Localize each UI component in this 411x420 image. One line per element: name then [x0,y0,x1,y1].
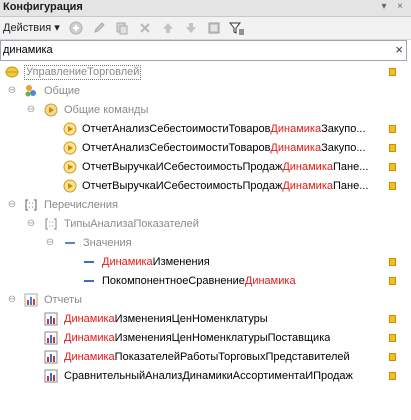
collapse-icon[interactable]: ⊖ [26,219,36,229]
tree-node-label: ОтчетВыручкаИСебестоимостьПродажДинамика… [82,180,369,192]
support-mark-icon [389,144,396,152]
tree-node-label: Отчеты [44,294,83,306]
support-mark-icon [389,372,396,380]
tree-node-label: Перечисления [44,199,118,211]
tree-node-label: ТипыАнализаПоказателей [64,218,199,230]
support-mark-icon [389,315,396,323]
window-title-bar: Конфигурация ▾ × [0,0,411,17]
tree-node-value[interactable]: ПокомпонентноеСравнениеДинамика [0,272,411,291]
add-icon[interactable] [68,20,84,36]
delete-icon[interactable] [137,20,153,36]
enum-icon [24,198,38,212]
tree-node-common[interactable]: ⊖ Общие [0,82,411,101]
collapse-icon[interactable]: ⊖ [7,86,17,96]
tree-node-label: ПокомпонентноеСравнениеДинамика [102,275,296,287]
values-icon [63,236,77,250]
tree-node-reports[interactable]: ⊖ Отчеты [0,291,411,310]
move-up-icon[interactable] [160,20,176,36]
chevron-down-icon: ▾ [54,22,60,34]
support-mark-icon [389,258,396,266]
support-mark-icon [389,277,396,285]
tree-node-command[interactable]: ОтчетАнализСебестоимостиТоваровДинамикаЗ… [0,139,411,158]
toolbar: Действия ▾ [0,17,411,40]
configuration-tree: УправлениеТорговлей ⊖ Общие ⊖ Общие кома… [0,61,411,420]
tree-node-label: ОтчетАнализСебестоимостиТоваровДинамикаЗ… [82,123,366,135]
tree-node-label: Значения [83,237,132,249]
tree-node-label: ОтчетАнализСебестоимостиТоваровДинамикаЗ… [82,142,366,154]
tree-node-label: СравнительныйАнализДинамикиАссортиментаИ… [64,370,353,382]
report-icon [44,331,58,345]
close-icon[interactable]: × [394,1,406,13]
tree-node-enums[interactable]: ⊖ Перечисления [0,196,411,215]
edit-icon[interactable] [91,20,107,36]
collapse-icon[interactable]: ⊖ [7,200,17,210]
tree-node-label: ОтчетВыручкаИСебестоимостьПродажДинамика… [82,161,369,173]
command-icon [44,103,58,117]
tree-node-label: ДинамикаИзмененияЦенНоменклатурыПоставщи… [64,332,331,344]
command-icon [63,141,77,155]
collapse-icon[interactable]: ⊖ [7,295,17,305]
tree-node-label: Общие [44,85,81,97]
report-icon [24,293,38,307]
support-mark-icon [389,353,396,361]
copy-icon[interactable] [114,20,130,36]
tree-node-root[interactable]: УправлениеТорговлей [0,63,411,82]
tree-node-report[interactable]: ДинамикаПоказателейРаботыТорговыхПредста… [0,348,411,367]
configuration-icon [5,65,19,79]
report-icon [44,312,58,326]
enum-icon [44,217,58,231]
report-icon [44,350,58,364]
value-icon [82,274,96,288]
filter-icon[interactable] [229,20,245,36]
support-mark-icon [389,125,396,133]
menu-icon[interactable]: ▾ [378,1,390,13]
tree-node-label: ДинамикаИзменения [102,256,210,268]
report-icon [44,369,58,383]
window-title: Конфигурация [3,1,83,13]
search-input[interactable] [3,42,383,58]
tree-node-label: ДинамикаИзмененияЦенНоменклатуры [64,313,268,325]
tree-node-value[interactable]: ДинамикаИзменения [0,253,411,272]
actions-label: Действия [3,22,52,34]
tree-node-label: ДинамикаПоказателейРаботыТорговыхПредста… [64,351,350,363]
search-bar: × [0,40,407,61]
tree-node-label: УправлениеТорговлей [24,65,142,80]
tree-node-report[interactable]: ДинамикаИзмененияЦенНоменклатуры [0,310,411,329]
tree-node-label: Общие команды [64,104,149,116]
collapse-icon[interactable]: ⊖ [26,105,36,115]
tree-node-command[interactable]: ОтчетВыручкаИСебестоимостьПродажДинамика… [0,177,411,196]
tree-node-report[interactable]: ДинамикаИзмененияЦенНоменклатурыПоставщи… [0,329,411,348]
tree-node-report[interactable]: СравнительныйАнализДинамикиАссортиментаИ… [0,367,411,386]
command-icon [63,160,77,174]
actions-menu-button[interactable]: Действия ▾ [3,21,60,34]
tree-node-command[interactable]: ОтчетВыручкаИСебестоимостьПродажДинамика… [0,158,411,177]
support-mark-icon [389,334,396,342]
tree-node-command[interactable]: ОтчетАнализСебестоимостиТоваровДинамикаЗ… [0,120,411,139]
clear-search-icon[interactable]: × [395,42,403,58]
tree-node-values[interactable]: ⊖ Значения [0,234,411,253]
command-icon [63,179,77,193]
common-objects-icon [24,84,38,98]
tree-node-common-commands[interactable]: ⊖ Общие команды [0,101,411,120]
command-icon [63,122,77,136]
value-icon [82,255,96,269]
support-mark-icon [389,68,396,76]
support-mark-icon [389,163,396,171]
move-down-icon[interactable] [183,20,199,36]
tree-node-enum-type[interactable]: ⊖ ТипыАнализаПоказателей [0,215,411,234]
support-mark-icon [389,182,396,190]
properties-icon[interactable] [206,20,222,36]
collapse-icon[interactable]: ⊖ [45,238,55,248]
